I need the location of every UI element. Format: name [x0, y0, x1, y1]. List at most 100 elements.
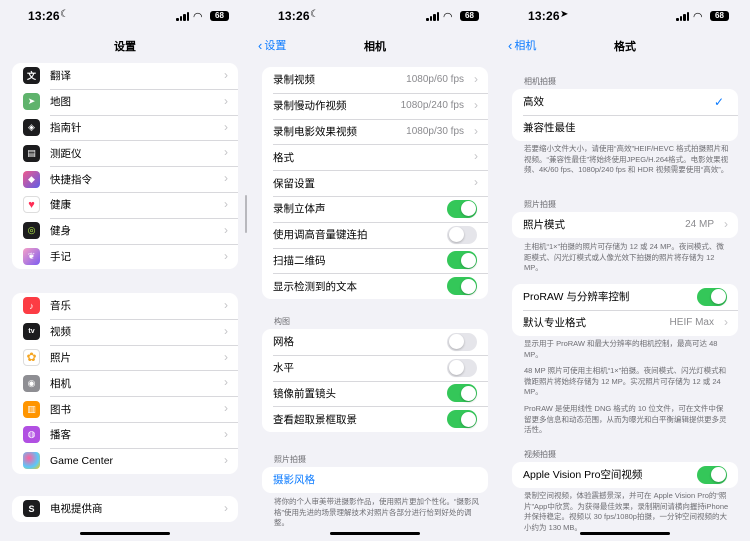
maps-icon: ➤ [23, 93, 40, 111]
settings-item-tv[interactable]: tv 视频 › [12, 318, 238, 345]
settings-item-label: 手记 [50, 250, 71, 263]
chevron-right-icon: › [224, 119, 228, 134]
spatial-video-group: Apple Vision Pro空间视频 [512, 462, 738, 488]
settings-group-apps-2: ♪ 音乐 › tv 视频 › ✿ 照片 › ◉ 相机 › ▥ 图书 › ◍ 播客 › Game Cent… [12, 293, 238, 474]
settings-item-label: 健身 [50, 225, 71, 238]
settings-item-books[interactable]: ▥ 图书 › [12, 396, 238, 422]
wifi-icon: ◠ [443, 11, 453, 23]
home-indicator [80, 532, 170, 535]
nav-bar: ‹ 设置 相机 [250, 34, 500, 54]
settings-item-journal[interactable]: ❦ 手记 › [12, 243, 238, 270]
mirror-front-toggle[interactable] [447, 384, 477, 403]
view-outside-frame-toggle[interactable] [447, 410, 477, 429]
chevron-right-icon: › [474, 175, 478, 190]
row-label: 录制立体声 [273, 203, 326, 216]
settings-item-photos[interactable]: ✿ 照片 › [12, 344, 238, 371]
settings-item-fitness[interactable]: ◎ 健身 › [12, 217, 238, 244]
chevron-right-icon: › [224, 401, 228, 416]
row-label: 水平 [273, 362, 294, 375]
chevron-right-icon: › [724, 314, 728, 329]
formats-row[interactable]: 格式 › [262, 144, 488, 170]
row-value: 24 MP [685, 219, 714, 231]
settings-item-game-center[interactable]: Game Center › [12, 447, 238, 474]
focus-moon-icon: ☾ [60, 9, 69, 20]
photo-mode-group: 照片模式 24 MP › [512, 212, 738, 238]
record-video-row[interactable]: 录制视频 1080p/60 fps › [262, 67, 488, 93]
settings-item-label: 音乐 [50, 300, 71, 313]
home-indicator [580, 532, 670, 535]
wifi-icon: ◠ [193, 11, 203, 23]
settings-item-label: 地图 [50, 96, 71, 109]
status-time: 13:26 [528, 9, 560, 23]
grid-toggle[interactable] [447, 332, 477, 351]
status-time: 13:26 [278, 9, 310, 23]
settings-item-health[interactable]: ♥ 健康 › [12, 191, 238, 218]
settings-item-label: 相机 [50, 377, 71, 390]
settings-item-label: 指南针 [50, 121, 82, 134]
spatial-video-toggle[interactable] [697, 465, 727, 484]
row-label: 录制慢动作视频 [273, 100, 347, 113]
settings-item-translate[interactable]: 文翻译 › [12, 63, 238, 89]
nav-bar: ‹ 相机 格式 [500, 34, 750, 54]
camera-settings-group: 录制视频 1080p/60 fps › 录制慢动作视频 1080p/240 fps › … [262, 67, 488, 300]
checkmark-icon: ✓ [713, 94, 724, 109]
focus-moon-icon: ☾ [310, 9, 319, 20]
row-label: 显示检测到的文本 [273, 280, 357, 293]
detected-text-row: 显示检测到的文本 [262, 273, 488, 299]
settings-item-shortcuts[interactable]: ◆ 快捷指令 › [12, 166, 238, 192]
detected-text-toggle[interactable] [447, 277, 477, 296]
photographic-styles-link[interactable]: 摄影风格 [262, 467, 488, 493]
settings-item-label: 健康 [50, 199, 71, 212]
row-value: HEIF Max [669, 317, 714, 329]
proraw-toggle[interactable] [697, 287, 727, 306]
chevron-right-icon: › [224, 145, 228, 160]
record-cinematic-row[interactable]: 录制电影效果视频 1080p/30 fps › [262, 118, 488, 145]
preserve-settings-row[interactable]: 保留设置 › [262, 170, 488, 196]
row-label: Apple Vision Pro空间视频 [523, 469, 643, 482]
photo-mode-row[interactable]: 照片模式 24 MP › [512, 212, 738, 238]
status-bar: 13:26 ☾ ◠ 68 [250, 9, 500, 25]
photo-mode-footer: 主相机“1×”拍摄的照片可存储为 12 或 24 MP。夜间模式、微距模式、闪光… [524, 242, 724, 272]
high-efficiency-option[interactable]: 高效 ✓ [512, 89, 738, 115]
chevron-right-icon: › [224, 426, 228, 441]
settings-item-maps[interactable]: ➤ 地图 › [12, 88, 238, 115]
settings-group-apps-1: 文翻译 › ➤ 地图 › ◈ 指南针 › ▤ 测距仪 › ◆ 快捷指令 › ♥ 健康 › ◎ 健身 › ❦… [12, 63, 238, 270]
most-compatible-option[interactable]: 兼容性最佳 [512, 114, 738, 141]
proraw-group: ProRAW 与分辨率控制 默认专业格式 HEIF Max › [512, 284, 738, 336]
settings-panel: 13:26 ☾ ◠ 68 设置 文翻译 › ➤ 地图 › ◈ 指南针 › ▤ 测距仪 › ◆ 快… [0, 0, 250, 541]
row-label: 兼容性最佳 [523, 122, 576, 135]
chevron-right-icon: › [224, 298, 228, 312]
settings-item-camera[interactable]: ◉ 相机 › [12, 370, 238, 396]
settings-item-label: 照片 [50, 351, 71, 364]
status-bar: 13:26 ➤ ◠ 68 [500, 9, 750, 25]
settings-item-label: 快捷指令 [50, 173, 92, 186]
chevron-right-icon: › [224, 93, 228, 108]
grid-row: 网格 [262, 329, 488, 355]
scrollbar[interactable] [245, 195, 247, 233]
section-header-photo-capture: 照片拍摄 [274, 455, 306, 464]
journal-icon: ❦ [23, 247, 40, 265]
camera-icon: ◉ [23, 374, 40, 392]
row-label: 扫描二维码 [273, 254, 326, 267]
settings-group-tv-provider: S 电视提供商 › [12, 496, 238, 522]
row-value: 1080p/240 fps [400, 100, 464, 112]
tv-icon: tv [23, 323, 40, 341]
row-label: 网格 [273, 336, 294, 349]
settings-item-measure[interactable]: ▤ 测距仪 › [12, 140, 238, 166]
default-pro-format-row[interactable]: 默认专业格式 HEIF Max › [512, 309, 738, 336]
settings-item-podcasts[interactable]: ◍ 播客 › [12, 421, 238, 448]
record-slomo-row[interactable]: 录制慢动作视频 1080p/240 fps › [262, 92, 488, 119]
volume-burst-toggle[interactable] [447, 225, 477, 244]
view-outside-frame-row: 查看超取景框取景 [262, 406, 488, 432]
settings-item-tv-provider[interactable]: S 电视提供商 › [12, 496, 238, 522]
settings-item-compass[interactable]: ◈ 指南针 › [12, 114, 238, 141]
location-arrow-icon: ➤ [560, 9, 569, 20]
level-toggle[interactable] [447, 358, 477, 377]
status-bar: 13:26 ☾ ◠ 68 [0, 9, 250, 25]
podcasts-icon: ◍ [23, 426, 40, 444]
settings-item-music[interactable]: ♪ 音乐 › [12, 293, 238, 319]
stereo-toggle[interactable] [447, 199, 477, 218]
scan-qr-toggle[interactable] [447, 251, 477, 270]
settings-item-label: 图书 [50, 403, 71, 416]
photos-icon: ✿ [23, 348, 40, 366]
